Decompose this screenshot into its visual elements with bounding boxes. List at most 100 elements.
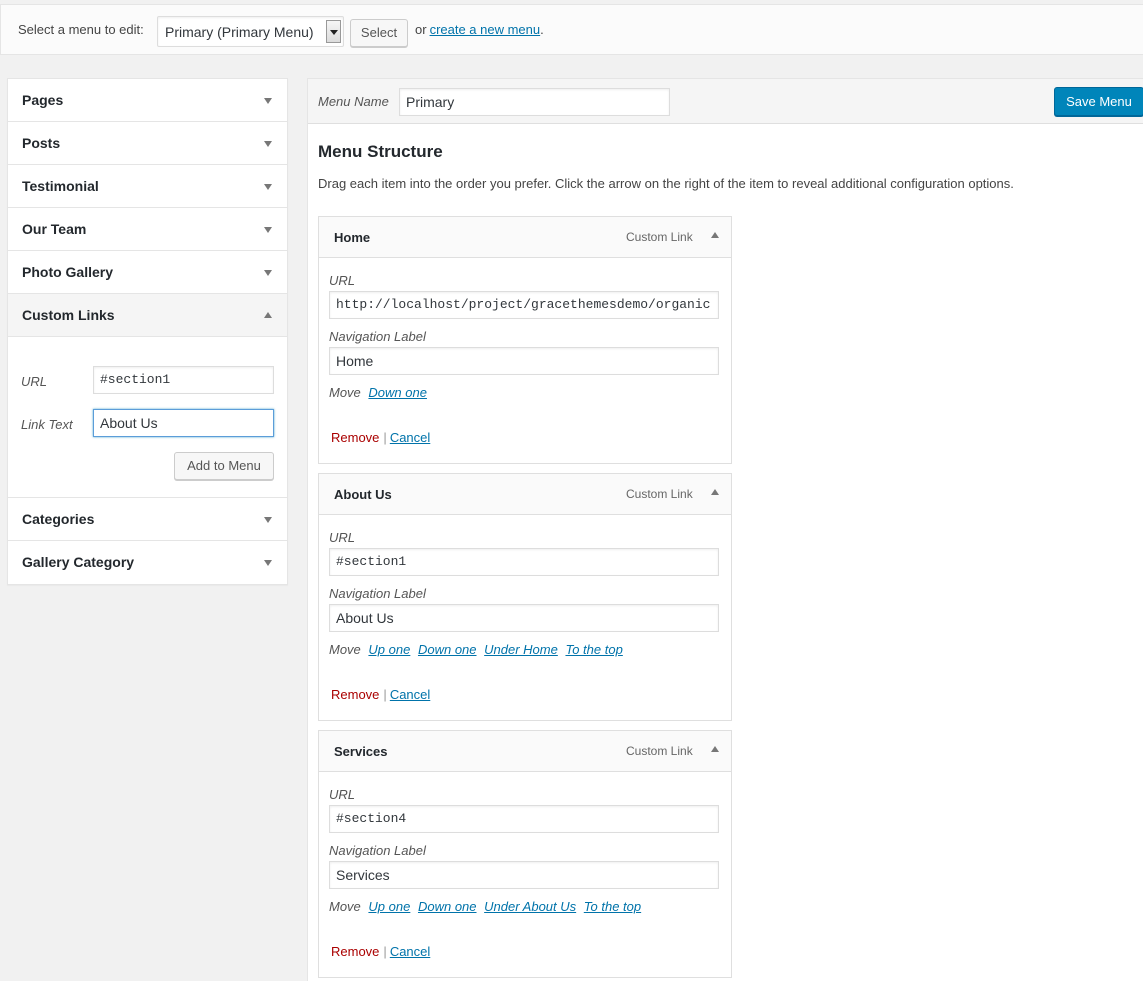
url-input[interactable]: #section1 [329,548,719,576]
remove-link[interactable]: Remove [331,687,379,702]
accordion-custom-links[interactable]: Custom Links [8,294,287,337]
move-down-one-link[interactable]: Down one [418,642,477,657]
save-menu-button[interactable]: Save Menu [1054,87,1143,116]
caret-down-icon[interactable] [264,270,272,276]
navigation-label-label: Navigation Label [329,843,426,858]
accordion-photo-gallery[interactable]: Photo Gallery [8,251,287,294]
accordion-our-team[interactable]: Our Team [8,208,287,251]
period: . [540,22,544,37]
move-links: Move Down one [329,385,427,400]
accordion-categories[interactable]: Categories [8,498,287,541]
move-label: Move [329,385,361,400]
caret-down-icon[interactable] [264,184,272,190]
custom-link-url-input[interactable]: #section1 [93,366,274,394]
url-input[interactable]: http://localhost/project/gracethemesdemo… [329,291,719,319]
move-links: Move Up one Down one Under About Us To t… [329,899,641,914]
add-menu-items-accordion: Pages Posts Testimonial Our Team Photo G… [7,78,288,585]
menu-item-title: Home [334,230,371,245]
caret-up-icon[interactable] [264,312,272,318]
menu-select-value: Primary (Primary Menu) [165,24,314,40]
url-input[interactable]: #section4 [329,805,719,833]
cancel-link[interactable]: Cancel [390,944,430,959]
navigation-label-input[interactable]: Home [329,347,719,375]
url-label: URL [329,273,356,288]
custom-links-form: URL #section1 Link Text About Us Add to … [8,337,287,498]
accordion-testimonial[interactable]: Testimonial [8,165,287,208]
select-button[interactable]: Select [350,19,408,47]
menu-item-about-us: About Us Custom Link URL #section1 Navig… [318,473,732,721]
accordion-title: Testimonial [22,178,99,194]
menu-item-handle[interactable]: Services Custom Link [318,730,732,772]
separator: | [383,944,387,959]
menu-header: Menu Name Primary Save Menu [308,79,1143,124]
move-down-one-link[interactable]: Down one [368,385,427,400]
menu-item-settings: URL #section1 Navigation Label About Us … [318,515,732,721]
menu-item-type: Custom Link [626,744,693,758]
cancel-link[interactable]: Cancel [390,430,430,445]
accordion-pages[interactable]: Pages [8,79,287,122]
caret-down-icon[interactable] [264,227,272,233]
move-under-link[interactable]: Under About Us [484,899,576,914]
move-down-one-link[interactable]: Down one [418,899,477,914]
item-actions: Remove | Cancel [331,430,430,445]
menu-item-home: Home Custom Link URL http://localhost/pr… [318,216,732,464]
custom-link-text-input[interactable]: About Us [93,409,274,437]
caret-down-icon[interactable] [264,141,272,147]
caret-up-icon[interactable] [711,232,719,238]
remove-link[interactable]: Remove [331,430,379,445]
remove-link[interactable]: Remove [331,944,379,959]
url-label: URL [329,530,356,545]
menu-item-settings: URL http://localhost/project/gracethemes… [318,258,732,464]
navigation-label-input[interactable]: About Us [329,604,719,632]
separator: | [383,430,387,445]
caret-down-icon[interactable] [264,560,272,566]
url-label: URL [329,787,356,802]
navigation-label-label: Navigation Label [329,329,426,344]
move-to-top-link[interactable]: To the top [565,642,622,657]
menu-editor: Menu Name Primary Save Menu Menu Structu… [307,78,1143,981]
menu-item-type: Custom Link [626,487,693,501]
accordion-title: Our Team [22,221,87,237]
add-to-menu-button[interactable]: Add to Menu [174,452,274,480]
caret-down-icon[interactable] [264,517,272,523]
accordion-title: Custom Links [22,307,115,323]
cancel-link[interactable]: Cancel [390,687,430,702]
or-create-text: or create a new menu. [415,22,544,37]
move-links: Move Up one Down one Under Home To the t… [329,642,623,657]
accordion-posts[interactable]: Posts [8,122,287,165]
move-up-one-link[interactable]: Up one [368,899,410,914]
item-actions: Remove | Cancel [331,687,430,702]
menu-structure-heading: Menu Structure [318,142,443,161]
menu-item-handle[interactable]: Home Custom Link [318,216,732,258]
separator: | [383,687,387,702]
caret-down-icon[interactable] [264,98,272,104]
menu-name-label: Menu Name [318,94,389,109]
custom-link-text-label: Link Text [21,417,73,432]
menu-select-dropdown[interactable]: Primary (Primary Menu) [157,16,344,47]
menu-structure-description: Drag each item into the order you prefer… [318,176,1014,191]
move-up-one-link[interactable]: Up one [368,642,410,657]
accordion-gallery-category[interactable]: Gallery Category [8,541,287,584]
menu-item-title: About Us [334,487,392,502]
accordion-title: Posts [22,135,61,151]
select-menu-label: Select a menu to edit: [18,22,144,37]
move-label: Move [329,899,361,914]
navigation-label-label: Navigation Label [329,586,426,601]
caret-up-icon[interactable] [711,489,719,495]
navigation-label-input[interactable]: Services [329,861,719,889]
accordion-title: Gallery Category [22,554,135,570]
menu-item-handle[interactable]: About Us Custom Link [318,473,732,515]
move-label: Move [329,642,361,657]
menu-item-settings: URL #section4 Navigation Label Services … [318,772,732,978]
move-to-top-link[interactable]: To the top [584,899,641,914]
item-actions: Remove | Cancel [331,944,430,959]
menu-item-type: Custom Link [626,230,693,244]
chevron-down-icon[interactable] [326,20,341,43]
move-under-link[interactable]: Under Home [484,642,558,657]
create-new-menu-link[interactable]: create a new menu [430,22,541,37]
custom-link-url-label: URL [21,374,48,389]
or-label: or [415,22,427,37]
caret-up-icon[interactable] [711,746,719,752]
accordion-title: Pages [22,92,64,108]
menu-name-input[interactable]: Primary [399,88,670,116]
